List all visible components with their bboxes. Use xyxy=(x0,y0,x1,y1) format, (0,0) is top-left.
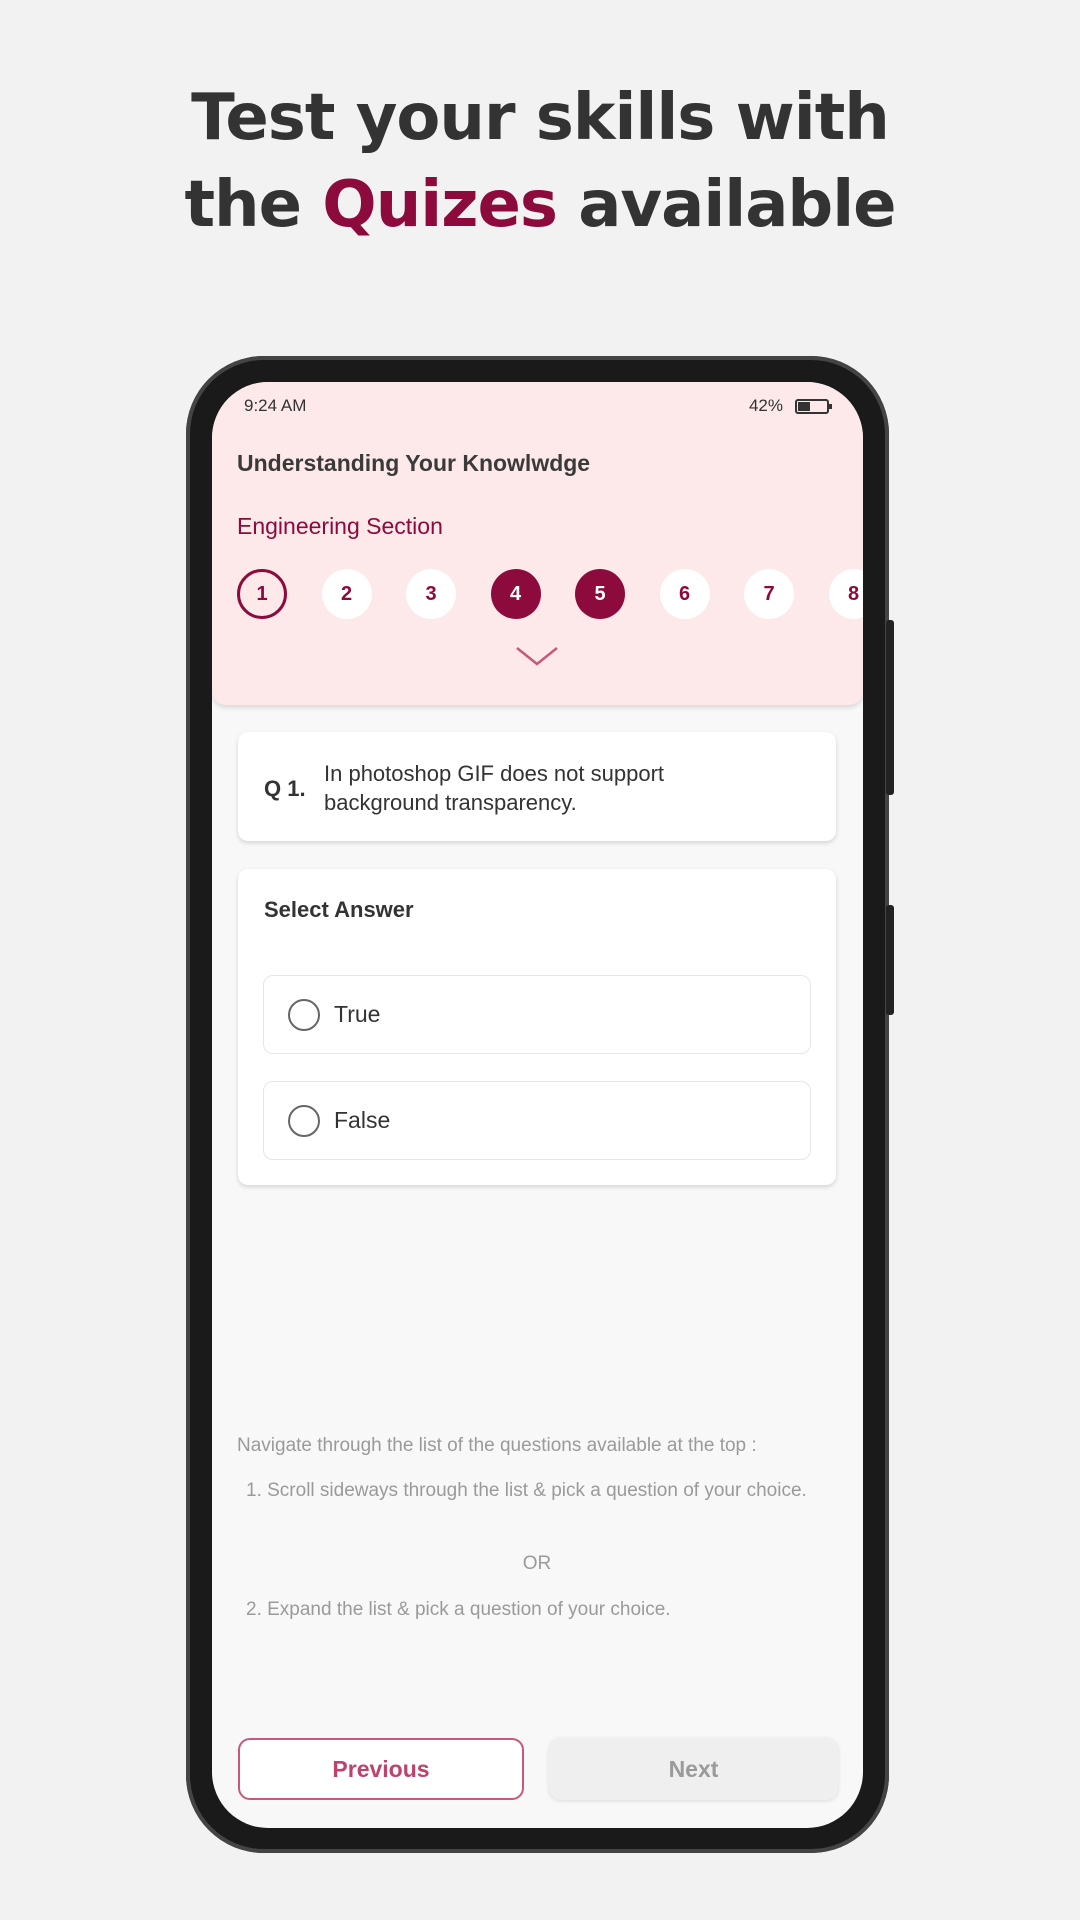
quiz-title: Understanding Your Knowlwdge xyxy=(237,450,591,476)
headline-text: the xyxy=(184,168,323,242)
answer-card: Select Answer True False xyxy=(238,869,836,1185)
status-time: 9:24 AM xyxy=(244,396,307,415)
battery-status: 42% xyxy=(748,396,832,416)
question-bubble-5[interactable]: 5 xyxy=(575,569,625,619)
answer-option-true[interactable]: True xyxy=(263,975,811,1054)
answer-label: True xyxy=(334,1001,381,1027)
phone-screen: 9:24 AM 42% Understanding Your Knowlwdge… xyxy=(212,382,863,1828)
question-bubble-7[interactable]: 7 xyxy=(744,569,794,619)
headline-accent: Quizes xyxy=(322,168,558,242)
answer-label: False xyxy=(334,1107,391,1133)
question-text: In photoshop GIF does not support backgr… xyxy=(324,761,665,815)
battery-percent: 42% xyxy=(748,396,783,415)
volume-button xyxy=(886,620,894,795)
instructions-intro: Navigate through the list of the questio… xyxy=(237,1435,757,1456)
section-name: Engineering Section xyxy=(237,513,443,539)
answer-option-false[interactable]: False xyxy=(263,1081,811,1160)
quiz-header: 9:24 AM 42% Understanding Your Knowlwdge… xyxy=(212,382,863,705)
previous-button[interactable]: Previous xyxy=(238,1738,524,1800)
next-button[interactable]: Next xyxy=(549,1738,838,1800)
question-bubble-8[interactable]: 8 xyxy=(828,569,863,619)
promo-headline: Test your skills with the Quizes availab… xyxy=(0,75,1080,249)
headline-text: available xyxy=(556,168,896,242)
question-bubble-2[interactable]: 2 xyxy=(321,569,372,619)
headline-line-2: the Quizes available xyxy=(0,162,1080,249)
question-number: Q 1. xyxy=(264,776,306,801)
question-bubble-1[interactable]: 1 xyxy=(237,569,287,619)
question-card: Q 1. In photoshop GIF does not support b… xyxy=(238,732,836,841)
power-button xyxy=(886,905,894,1015)
chevron-down-icon[interactable] xyxy=(514,644,560,668)
battery-icon xyxy=(795,399,832,415)
select-answer-heading: Select Answer xyxy=(264,897,414,922)
question-bubble-3[interactable]: 3 xyxy=(406,569,456,619)
instructions-or: OR xyxy=(522,1553,552,1574)
question-navigator[interactable]: 12345678 xyxy=(237,569,863,619)
question-bubble-6[interactable]: 6 xyxy=(659,569,710,619)
radio-icon[interactable] xyxy=(288,998,320,1031)
instructions-step-1: 1. Scroll sideways through the list & pi… xyxy=(246,1480,807,1501)
headline-line-1: Test your skills with xyxy=(191,81,890,155)
radio-icon[interactable] xyxy=(288,1104,320,1137)
instructions-step-2: 2. Expand the list & pick a question of … xyxy=(246,1599,671,1620)
question-bubble-4[interactable]: 4 xyxy=(490,569,541,619)
status-bar: 9:24 AM 42% xyxy=(244,396,832,416)
